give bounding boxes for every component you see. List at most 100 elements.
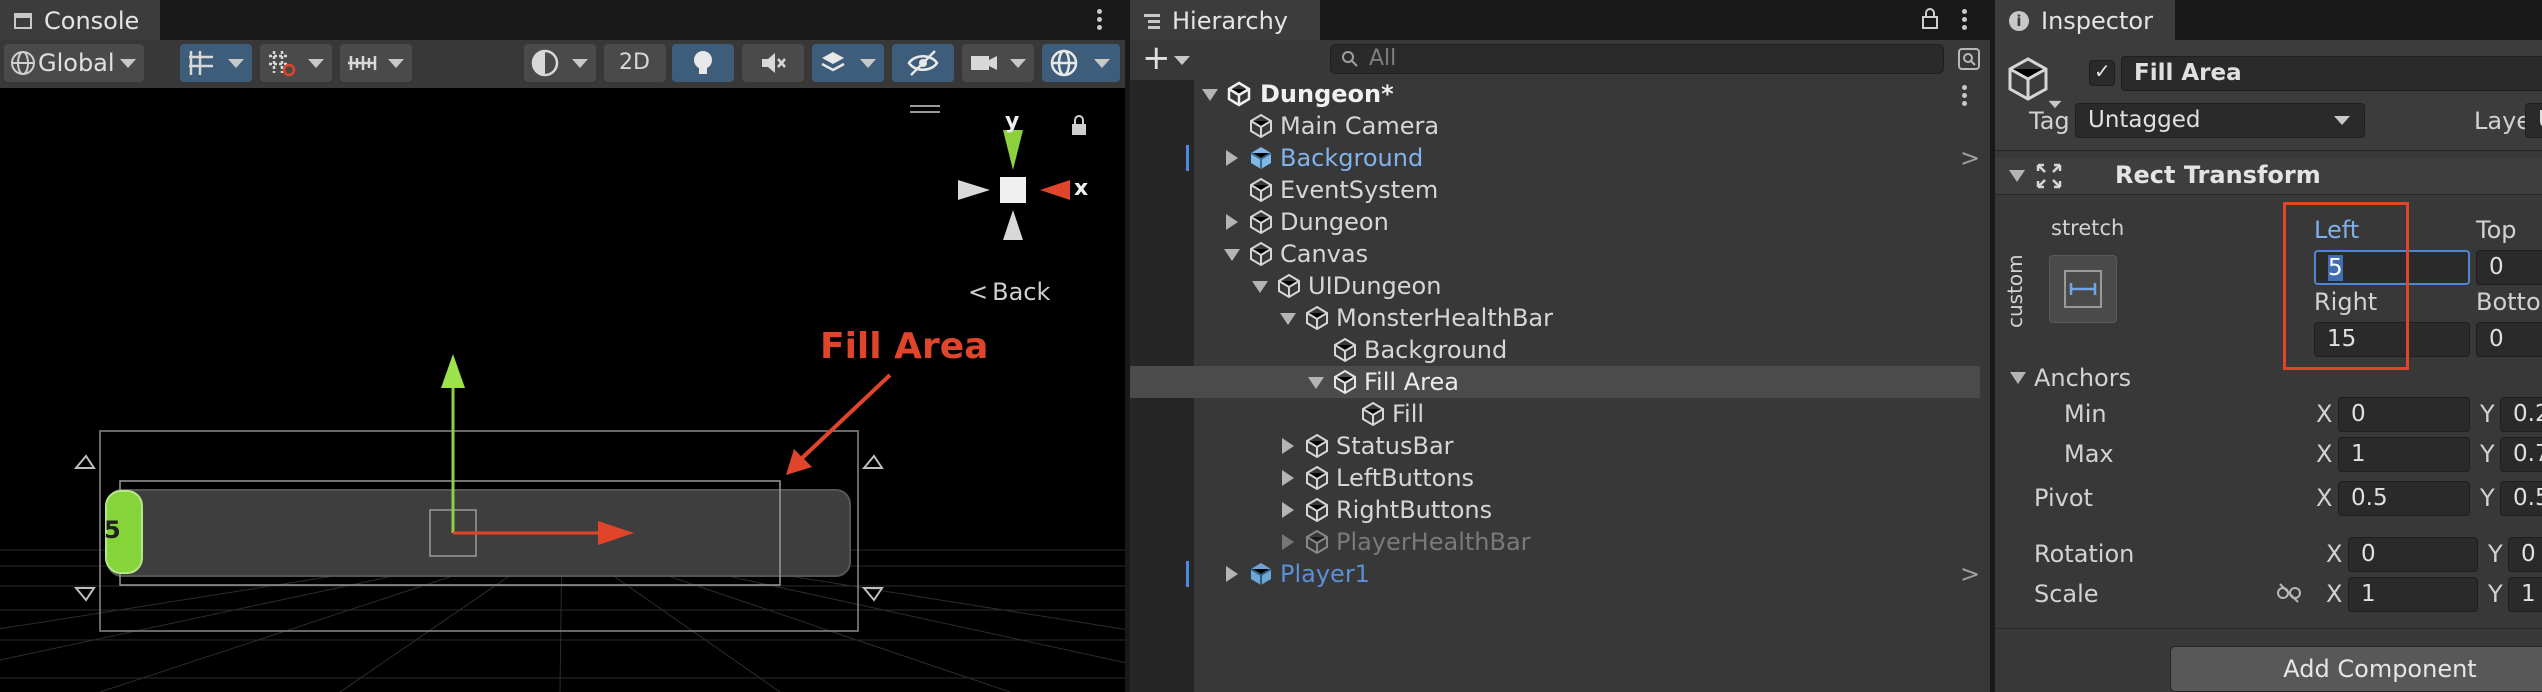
custom-label: custom xyxy=(2003,254,2027,328)
anchor-max-x-input[interactable]: 1 xyxy=(2338,437,2470,472)
scale-y-input[interactable]: 1 xyxy=(2508,577,2542,612)
scene-canvas xyxy=(0,105,1125,692)
mute-icon xyxy=(762,53,786,73)
bottom-input[interactable]: 0 xyxy=(2476,322,2542,357)
chevron-down-icon xyxy=(1094,59,1110,68)
info-icon: i xyxy=(2009,11,2029,31)
chevron-down-icon xyxy=(572,59,588,68)
shading-mode-icon xyxy=(531,49,559,77)
y-axis-label: Y xyxy=(2488,580,2503,608)
gameobject-icon xyxy=(1250,113,1272,139)
global-label: Global xyxy=(38,49,115,77)
scale-x-input[interactable]: 1 xyxy=(2348,577,2478,612)
expand-arrow-icon xyxy=(1308,377,1324,389)
console-menu-icon[interactable] xyxy=(1097,6,1103,33)
2d-mode-button[interactable]: 2D xyxy=(604,44,666,82)
expand-arrow-icon xyxy=(1282,470,1294,486)
grid-snap-icon xyxy=(189,51,213,75)
rect-transform-header[interactable]: Rect Transform xyxy=(1995,158,2542,195)
hierarchy-search-input[interactable]: All xyxy=(1330,44,1944,74)
link-broken-icon[interactable] xyxy=(2276,582,2302,604)
grid-snap-button[interactable] xyxy=(180,44,252,82)
hierarchy-row-fill-area[interactable]: Fill Area xyxy=(1130,366,1980,398)
hierarchy-row-left-buttons[interactable]: LeftButtons xyxy=(1130,462,1980,494)
hierarchy-tab-label: Hierarchy xyxy=(1172,7,1289,35)
scene-menu-icon[interactable] xyxy=(1962,82,1968,109)
expand-arrow-icon xyxy=(1226,150,1238,166)
chevron-right-icon[interactable]: > xyxy=(1960,144,1980,172)
collapse-arrow-icon xyxy=(2009,170,2025,182)
audio-button[interactable] xyxy=(742,44,804,82)
lighting-button[interactable] xyxy=(672,44,734,82)
anchor-presets-button[interactable] xyxy=(2049,255,2117,323)
checkmark-icon: ✓ xyxy=(2094,59,2111,83)
hierarchy-row-scene[interactable]: Dungeon* xyxy=(1130,78,1980,110)
chevron-right-icon[interactable]: > xyxy=(1960,560,1980,588)
hierarchy-row-status-bar[interactable]: StatusBar xyxy=(1130,430,1980,462)
hierarchy-tab[interactable]: Hierarchy xyxy=(1130,0,1320,40)
hierarchy-item-label: PlayerHealthBar xyxy=(1336,528,1531,556)
hierarchy-row-ui-dungeon[interactable]: UIDungeon xyxy=(1130,270,1980,302)
hierarchy-row-background[interactable]: Background xyxy=(1130,334,1980,366)
chevron-down-icon xyxy=(308,59,324,68)
hierarchy-row-background-prefab[interactable]: Background > xyxy=(1130,142,1980,174)
layer-dropdown[interactable]: U xyxy=(2525,103,2542,138)
hierarchy-row-main-camera[interactable]: Main Camera xyxy=(1130,110,1980,142)
increment-snap-button[interactable] xyxy=(340,44,412,82)
console-tab[interactable]: Console xyxy=(0,0,160,40)
anchor-min-x-input[interactable]: 0 xyxy=(2338,397,2470,432)
prefab-override-marker xyxy=(1186,561,1189,587)
gizmo-globe-icon xyxy=(1050,49,1078,77)
back-view-button[interactable]: < Back xyxy=(968,278,1050,306)
global-dropdown[interactable]: Global xyxy=(4,44,144,82)
chevron-down-icon xyxy=(2334,116,2350,125)
effects-button[interactable] xyxy=(812,44,884,82)
expand-arrow-icon xyxy=(1226,566,1238,582)
scene-view[interactable]: Fill Area y x < Back 5 xyxy=(0,88,1125,692)
rotation-x-input[interactable]: 0 xyxy=(2348,537,2478,572)
anchor-max-y-input[interactable]: 0.7 xyxy=(2500,437,2542,472)
draw-mode-dropdown[interactable] xyxy=(524,44,596,82)
hierarchy-item-label: Background xyxy=(1280,144,1424,172)
tag-dropdown[interactable]: Untagged xyxy=(2075,103,2365,138)
hierarchy-item-label: LeftButtons xyxy=(1336,464,1475,492)
hierarchy-item-label: MonsterHealthBar xyxy=(1336,304,1553,332)
grid-toggle-button[interactable] xyxy=(260,44,332,82)
hierarchy-item-label: Fill Area xyxy=(1364,368,1459,396)
visibility-button[interactable] xyxy=(892,44,954,82)
hierarchy-row-fill[interactable]: Fill xyxy=(1130,398,1980,430)
pivot-y-input[interactable]: 0.5 xyxy=(2500,481,2542,516)
hierarchy-row-monster-health-bar[interactable]: MonsterHealthBar xyxy=(1130,302,1980,334)
hierarchy-row-player1[interactable]: Player1 > xyxy=(1130,558,1980,590)
add-component-button[interactable]: Add Component xyxy=(2170,646,2542,692)
hierarchy-row-dungeon[interactable]: Dungeon xyxy=(1130,206,1980,238)
gameobject-icon xyxy=(1306,305,1328,331)
rect-transform-title: Rect Transform xyxy=(2115,161,2321,189)
expand-arrow-icon xyxy=(1202,89,1218,101)
hierarchy-row-canvas[interactable]: Canvas xyxy=(1130,238,1980,270)
camera-button[interactable] xyxy=(962,44,1034,82)
expand-arrow-icon xyxy=(1252,281,1268,293)
hierarchy-menu-icon[interactable] xyxy=(1962,6,1968,33)
object-name-input[interactable]: Fill Area xyxy=(2121,56,2542,91)
console-tab-label: Console xyxy=(44,7,140,35)
hierarchy-item-label: Dungeon* xyxy=(1260,80,1394,108)
lock-icon[interactable] xyxy=(1921,7,1939,29)
hierarchy-row-right-buttons[interactable]: RightButtons xyxy=(1130,494,1980,526)
active-checkbox[interactable]: ✓ xyxy=(2089,59,2115,86)
hierarchy-row-player-health-bar[interactable]: PlayerHealthBar xyxy=(1130,526,1980,558)
anchor-min-y-input[interactable]: 0.2 xyxy=(2500,397,2542,432)
expand-arrow-icon xyxy=(1280,313,1296,325)
hierarchy-row-event-system[interactable]: EventSystem xyxy=(1130,174,1980,206)
top-input[interactable]: 0 xyxy=(2476,250,2542,285)
hierarchy-item-label: UIDungeon xyxy=(1308,272,1442,300)
pivot-x-input[interactable]: 0.5 xyxy=(2338,481,2470,516)
y-axis-label: Y xyxy=(2480,400,2495,428)
collapse-arrow-icon[interactable] xyxy=(2010,372,2026,384)
gizmos-button[interactable] xyxy=(1042,44,1120,82)
rotation-y-input[interactable]: 0 xyxy=(2508,537,2542,572)
create-dropdown[interactable]: + xyxy=(1142,38,1202,78)
inspector-tab[interactable]: i Inspector xyxy=(1995,0,2175,40)
expand-arrow-icon xyxy=(1282,438,1294,454)
search-options-icon[interactable] xyxy=(1957,47,1981,71)
